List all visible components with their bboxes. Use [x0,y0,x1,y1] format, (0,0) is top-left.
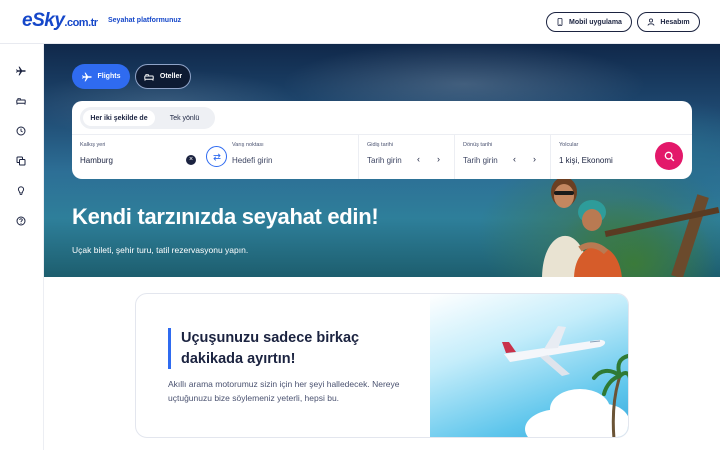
flight-search-form: Her iki şekilde de Tek yönlü Kalkış yeri… [72,101,692,179]
tab-hotels-label: Oteller [159,73,183,80]
passengers-field[interactable]: Yolcular 1 kişi, Ekonomi [550,135,640,179]
origin-field[interactable]: Kalkış yeri Hamburg × [72,135,208,179]
passengers-value: 1 kişi, Ekonomi [559,156,613,165]
origin-label: Kalkış yeri [80,142,106,148]
departure-date-field[interactable]: Gidiş tarihi Tarih girin ‹ › [358,135,454,179]
promo-card: Uçuşunuzu sadece birkaç dakikada ayırtın… [135,293,629,438]
destination-placeholder: Hedefi girin [232,156,273,165]
departure-next-icon[interactable]: › [437,154,440,164]
site-tagline: Seyahat platformunuz [108,17,182,24]
mobile-app-button[interactable]: Mobil uygulama [546,12,632,32]
sidebar-item-history[interactable] [15,125,27,137]
tab-hotels[interactable]: Oteller [135,64,191,89]
search-icon [664,151,674,161]
help-icon [16,216,26,226]
tab-flights[interactable]: Flights [72,64,130,89]
origin-value: Hamburg [80,156,113,165]
trip-type-one-way[interactable]: Tek yönlü [157,110,212,126]
account-button[interactable]: Hesabım [637,12,700,32]
bed-icon [16,98,26,105]
hero-couple-photo [542,177,622,277]
trip-type-round-trip[interactable]: Her iki şekilde de [83,110,155,126]
airplane-icon [81,72,92,81]
hero-subtitle: Uçak bileti, şehir turu, tatil rezervasy… [72,245,249,255]
bed-icon [144,73,154,81]
sidebar-item-hotels[interactable] [15,95,27,107]
passengers-label: Yolcular [559,142,579,148]
copy-icon [16,156,26,166]
hero-title: Kendi tarzınızda seyahat edin! [72,204,379,229]
departure-prev-icon[interactable]: ‹ [417,154,420,164]
left-sidebar [0,44,44,450]
destination-field[interactable]: Varış noktası Hedefi girin [224,135,360,179]
clock-icon [16,126,26,136]
return-next-icon[interactable]: › [533,154,536,164]
sidebar-item-help[interactable] [15,215,27,227]
user-icon [647,18,655,26]
swap-arrows-icon [212,152,221,161]
sidebar-item-inspiration[interactable] [15,185,27,197]
phone-icon [557,18,563,26]
sidebar-item-flights[interactable] [15,65,27,77]
return-placeholder: Tarih girin [463,156,498,165]
promo-title: Uçuşunuzu sadece birkaç dakikada ayırtın… [181,330,360,367]
promo-accent-bar [168,328,171,369]
search-button[interactable] [655,142,683,170]
mobile-app-label: Mobil uygulama [569,18,622,26]
palm-tree-icon [592,354,628,437]
return-label: Dönüş tarihi [463,142,493,148]
hero-banner: Flights Oteller Her iki şekilde de Tek y… [44,44,720,277]
return-date-field[interactable]: Dönüş tarihi Tarih girin ‹ › [454,135,550,179]
clear-origin-icon[interactable]: × [186,155,196,165]
trip-type-toggle: Her iki şekilde de Tek yönlü [80,107,215,129]
tab-flights-label: Flights [97,73,121,80]
account-label: Hesabım [660,18,690,26]
return-prev-icon[interactable]: ‹ [513,154,516,164]
airplane-icon [16,66,26,76]
departure-label: Gidiş tarihi [367,142,393,148]
destination-label: Varış noktası [232,142,264,148]
departure-placeholder: Tarih girin [367,156,402,165]
top-header: eSky.com.tr Seyahat platformunuz Mobil u… [0,0,720,44]
promo-text: Akıllı arama motorumuz sizin için her şe… [168,379,400,403]
esky-logo[interactable]: eSky.com.tr [22,10,98,32]
lightbulb-icon [17,186,25,195]
promo-airplane-illustration [430,294,628,437]
sidebar-item-bookings[interactable] [15,155,27,167]
